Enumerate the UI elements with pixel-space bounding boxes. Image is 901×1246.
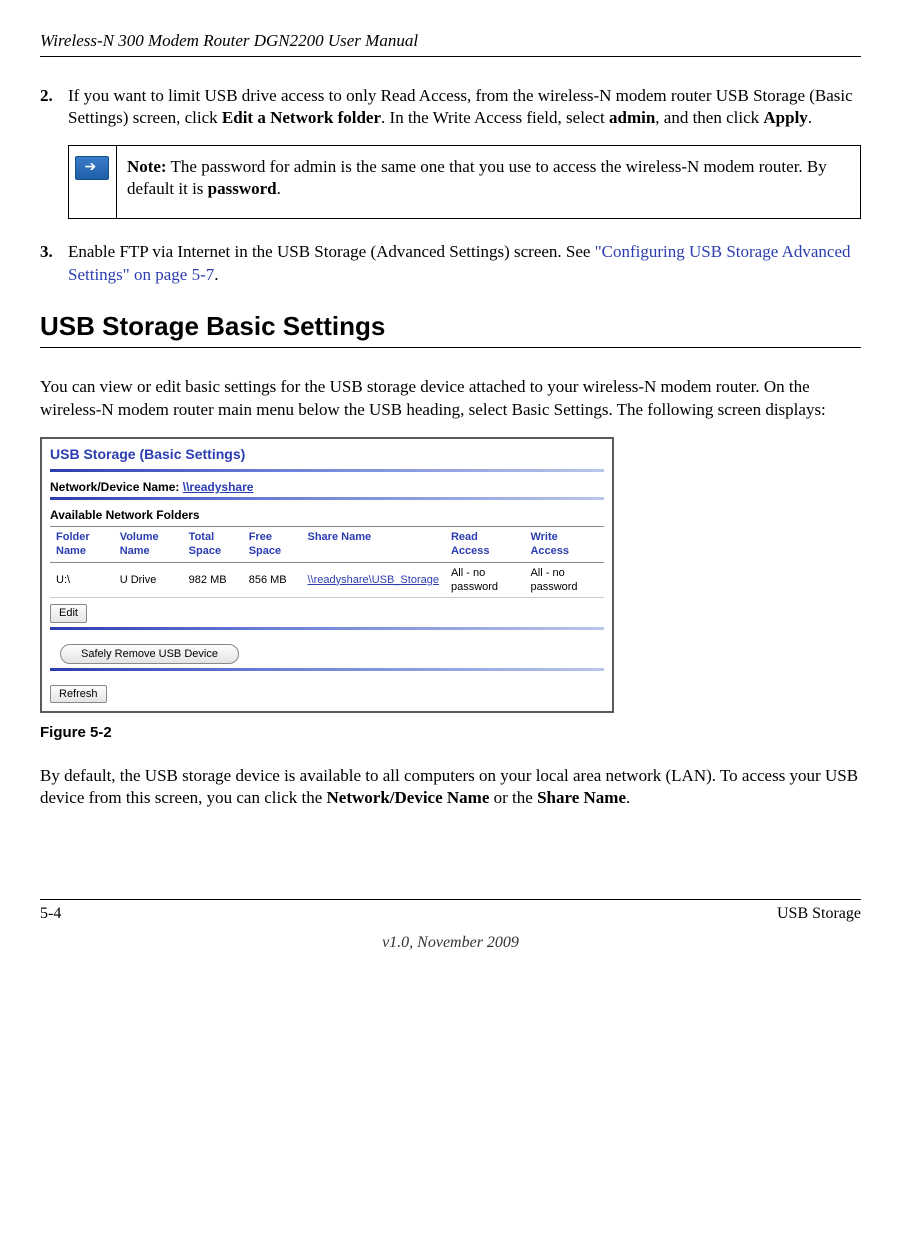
td-write-access: All - no password	[524, 562, 604, 598]
step-2-bold3: Apply	[763, 108, 807, 127]
closing-b1: Network/Device Name	[327, 788, 490, 807]
doc-header: Wireless-N 300 Modem Router DGN2200 User…	[40, 30, 861, 57]
step-3-text-b: .	[214, 265, 218, 284]
fig-title: USB Storage (Basic Settings)	[42, 443, 612, 469]
edit-btn-row: Edit	[42, 598, 612, 626]
note-body-b: .	[277, 179, 281, 198]
step-3-text: Enable FTP via Internet in the USB Stora…	[68, 241, 861, 285]
step-3: 3. Enable FTP via Internet in the USB St…	[40, 241, 861, 285]
note-bold: password	[208, 179, 277, 198]
table-header-row: Folder Name Volume Name Total Space Free…	[50, 527, 604, 563]
th-share-name: Share Name	[302, 527, 445, 563]
footer-chapter: USB Storage	[777, 904, 861, 925]
td-folder-name: U:\	[50, 562, 114, 598]
th-total-space: Total Space	[183, 527, 243, 563]
footer-version: v1.0, November 2009	[40, 933, 861, 954]
divider-line	[50, 627, 604, 630]
td-free-space: 856 MB	[243, 562, 302, 598]
closing-b2: Share Name	[537, 788, 626, 807]
folders-table: Folder Name Volume Name Total Space Free…	[50, 526, 604, 598]
note-box: Note: The password for admin is the same…	[68, 145, 861, 219]
step-2-text-c: , and then click	[655, 108, 763, 127]
intro-paragraph: You can view or edit basic settings for …	[40, 376, 861, 420]
th-write-access: Write Access	[524, 527, 604, 563]
td-volume-name: U Drive	[114, 562, 183, 598]
note-icon-cell	[69, 146, 117, 218]
td-read-access: All - no password	[445, 562, 524, 598]
step-3-number: 3.	[40, 241, 68, 285]
page-footer: 5-4 USB Storage	[40, 899, 861, 925]
step-2-bold1: Edit a Network folder	[222, 108, 381, 127]
note-label: Note:	[127, 157, 167, 176]
netdev-label: Network/Device Name:	[50, 480, 183, 494]
edit-button[interactable]: Edit	[50, 604, 87, 622]
figure-screenshot: USB Storage (Basic Settings) Network/Dev…	[40, 437, 614, 713]
closing-paragraph: By default, the USB storage device is av…	[40, 765, 861, 809]
td-total-space: 982 MB	[183, 562, 243, 598]
refresh-button[interactable]: Refresh	[50, 685, 107, 703]
table-row[interactable]: U:\ U Drive 982 MB 856 MB \\readyshare\U…	[50, 562, 604, 598]
note-text: Note: The password for admin is the same…	[117, 146, 860, 218]
step-2-text-b: . In the Write Access field, select	[381, 108, 609, 127]
netdev-row: Network/Device Name: \\readyshare	[42, 480, 612, 498]
closing-after: .	[626, 788, 630, 807]
th-free-space: Free Space	[243, 527, 302, 563]
figure-caption: Figure 5-2	[40, 723, 861, 743]
remove-row: Safely Remove USB Device	[42, 638, 612, 668]
refresh-btn-row: Refresh	[42, 679, 612, 707]
section-heading: USB Storage Basic Settings	[40, 310, 861, 344]
closing-mid: or the	[489, 788, 537, 807]
share-link[interactable]: \\readyshare\USB_Storage	[308, 574, 439, 586]
th-read-access: Read Access	[445, 527, 524, 563]
step-3-text-a: Enable FTP via Internet in the USB Stora…	[68, 242, 595, 261]
th-folder-name: Folder Name	[50, 527, 114, 563]
arrow-icon	[75, 156, 109, 180]
divider-line	[50, 497, 604, 500]
netdev-link[interactable]: \\readyshare	[183, 480, 254, 494]
step-2-bold2: admin	[609, 108, 655, 127]
step-2-number: 2.	[40, 85, 68, 129]
td-share-name: \\readyshare\USB_Storage	[302, 562, 445, 598]
divider-line	[50, 469, 604, 472]
step-2-text-d: .	[808, 108, 812, 127]
section-rule	[40, 347, 861, 348]
safely-remove-button[interactable]: Safely Remove USB Device	[60, 644, 239, 664]
th-volume-name: Volume Name	[114, 527, 183, 563]
step-2-text: If you want to limit USB drive access to…	[68, 85, 861, 129]
step-2: 2. If you want to limit USB drive access…	[40, 85, 861, 129]
divider-line	[50, 668, 604, 671]
avail-label: Available Network Folders	[42, 508, 612, 526]
footer-page-number: 5-4	[40, 904, 61, 925]
